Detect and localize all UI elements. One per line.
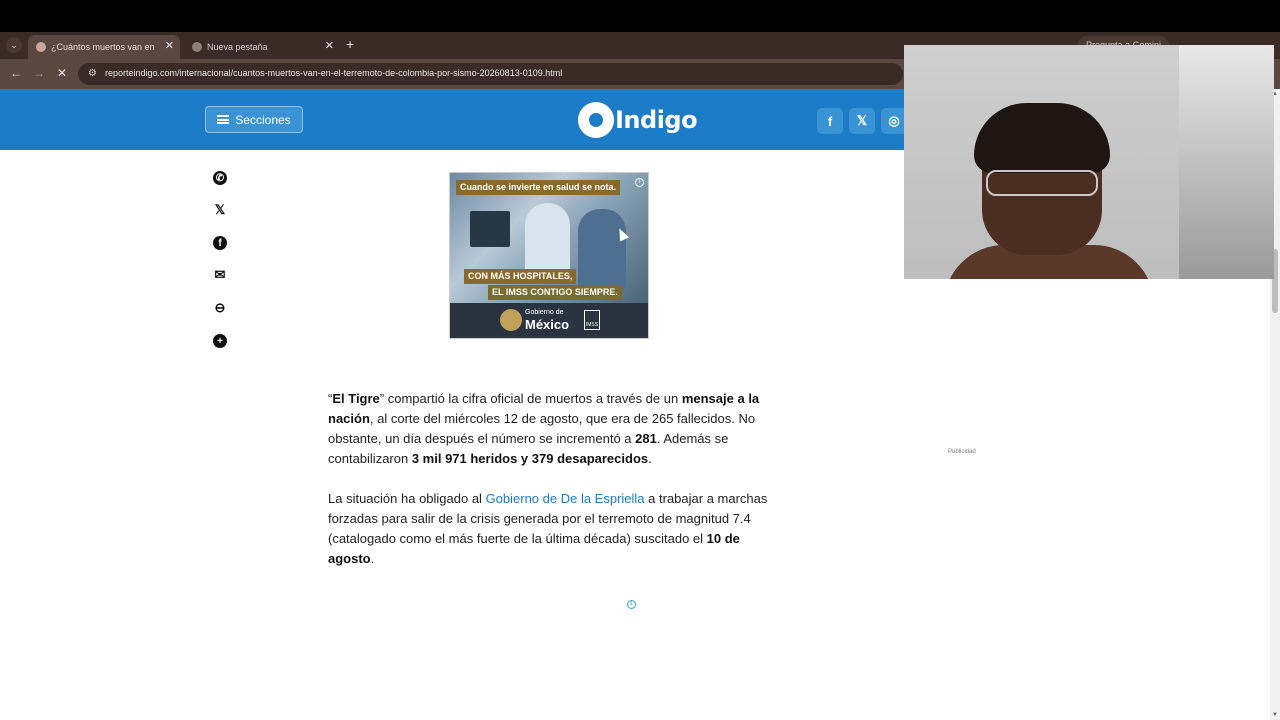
text: ” compartió la cifra oficial de muertos … (379, 391, 682, 406)
ad-monitor (470, 211, 510, 247)
hamburger-icon (217, 115, 230, 124)
new-tab-button[interactable]: + (346, 36, 354, 52)
chrome-favicon-icon (192, 42, 202, 52)
article-paragraph-1: “El Tigre” compartió la cifra oficial de… (328, 389, 770, 469)
x-share-icon[interactable]: 𝕏 (213, 202, 227, 217)
tab-title: Nueva pestaña (207, 42, 268, 52)
mail-icon[interactable]: ✉ (213, 267, 227, 282)
tab-article[interactable]: ¿Cuántos muertos van en el terremoto de … (28, 35, 180, 59)
webcam-overlay (904, 45, 1274, 279)
ad-banner[interactable]: Cuando se invierte en salud se nota. i C… (449, 172, 649, 339)
article-paragraph-2: La situación ha obligado al Gobierno de … (328, 489, 770, 569)
ad-mexico: México (525, 317, 570, 332)
ad-doctor (525, 203, 570, 278)
tab-title: ¿Cuántos muertos van en el terremoto de … (51, 42, 157, 52)
text: . (648, 451, 652, 466)
close-tab-icon[interactable]: ✕ (165, 39, 174, 52)
logo-text: Indigo (615, 106, 698, 134)
plus-icon[interactable]: + (213, 334, 227, 348)
sections-menu-button[interactable]: Secciones (205, 106, 303, 133)
screen-top-bar (0, 0, 1280, 32)
link-icon[interactable]: ⊖ (213, 300, 227, 315)
forward-icon[interactable]: → (33, 66, 45, 80)
site-favicon-icon (36, 42, 46, 52)
whatsapp-icon[interactable]: ✆ (213, 171, 227, 185)
stop-loading-icon[interactable]: ✕ (57, 66, 67, 80)
url-text[interactable]: reporteindigo.com/internacional/cuantos-… (105, 68, 562, 78)
webcam-person-hair (974, 103, 1110, 173)
site-logo[interactable]: Indigo (578, 102, 698, 138)
facebook-share-icon[interactable]: f (213, 236, 227, 250)
logo-circle-icon (578, 102, 614, 138)
webcam-shoe-rack (1179, 45, 1274, 279)
site-info-icon[interactable]: ⚙ (88, 68, 97, 79)
text-bold: 281 (635, 431, 657, 446)
government-link[interactable]: Gobierno de De la Espriella (486, 491, 645, 506)
text: . (370, 551, 375, 566)
ad-line-1: CON MÁS HOSPITALES, (464, 269, 577, 284)
tab-search-menu-icon[interactable]: ⌄ (6, 37, 22, 53)
tab-new[interactable]: Nueva pestaña ✕ (184, 35, 340, 59)
address-bar[interactable]: ⚙ reporteindigo.com/internacional/cuanto… (78, 63, 903, 85)
back-icon[interactable]: ← (10, 66, 22, 80)
ad-gobierno: Gobierno de (525, 309, 564, 316)
close-tab-icon[interactable]: ✕ (325, 39, 334, 52)
text-bold: 3 mil 971 heridos y 379 desaparecidos (411, 451, 649, 466)
x-icon[interactable]: 𝕏 (849, 108, 875, 134)
advertising-label: Publicidad (948, 449, 976, 455)
imss-logo-icon: IMSS (584, 310, 600, 330)
sections-label: Secciones (235, 112, 291, 127)
ad-doctor (578, 209, 626, 289)
text: La situación ha obligado al (328, 491, 486, 506)
facebook-icon[interactable]: f (817, 108, 843, 134)
text-bold: El Tigre (332, 391, 380, 406)
ad-line-2: EL IMSS CONTIGO SIEMPRE. (488, 285, 622, 300)
government-seal-icon (500, 309, 522, 331)
loading-spinner-icon: 1 (627, 600, 636, 609)
ad-footer: Gobierno de México IMSS (450, 303, 648, 338)
ad-headline: Cuando se invierte en salud se nota. (456, 180, 621, 195)
scroll-down-icon[interactable]: ▼ (1272, 712, 1278, 718)
webcam-glasses (986, 170, 1098, 196)
ad-info-icon[interactable]: i (635, 178, 644, 187)
